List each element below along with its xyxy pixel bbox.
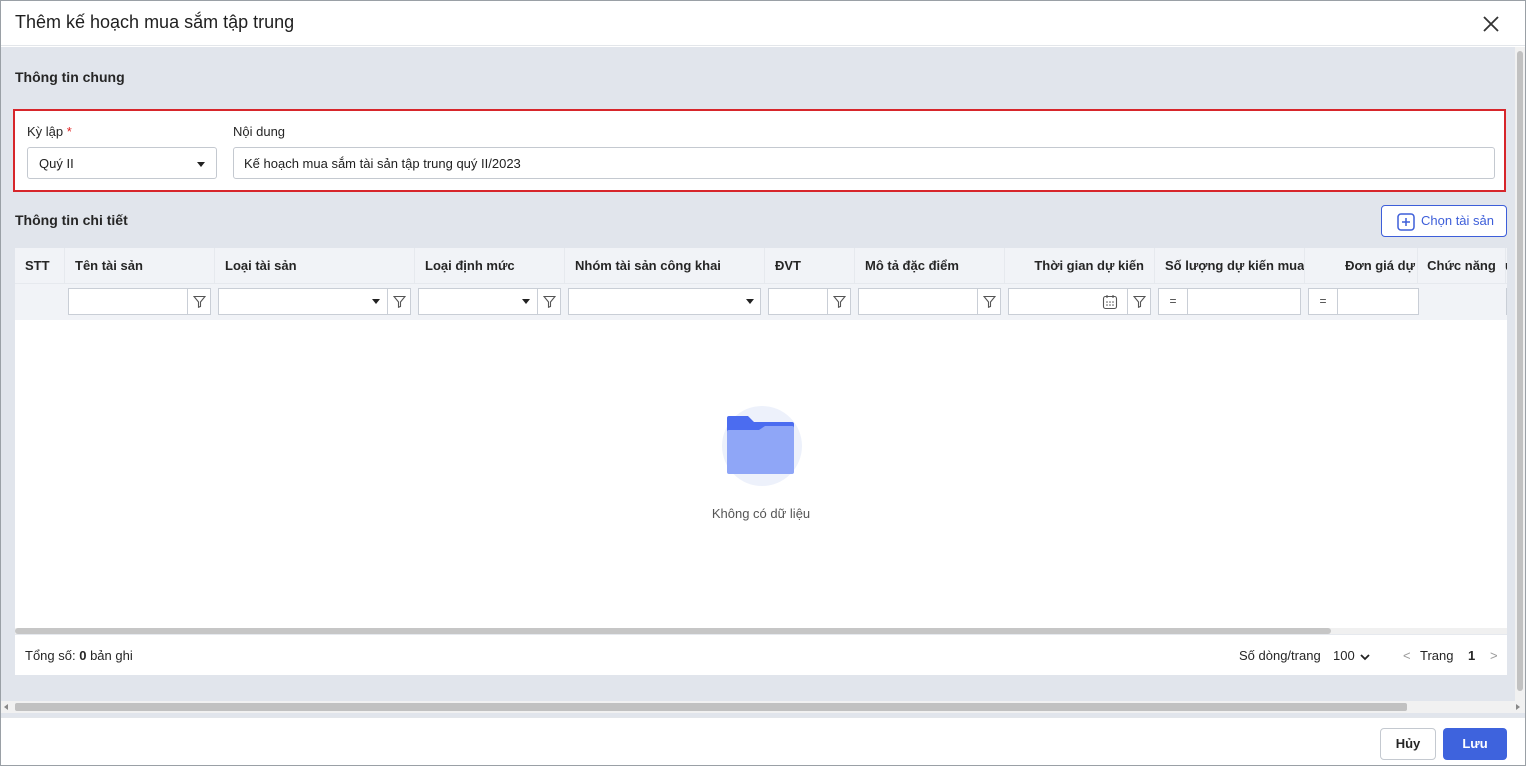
filter-icon[interactable] bbox=[1127, 288, 1151, 315]
column-header[interactable]: Chức năng bbox=[1418, 248, 1506, 284]
filter-icon[interactable] bbox=[977, 288, 1001, 315]
content-input[interactable] bbox=[233, 147, 1495, 179]
dialog-body: Thông tin chung Kỳ lập * Quý II Nội dung… bbox=[1, 47, 1525, 717]
filter-icon[interactable] bbox=[187, 288, 211, 315]
close-icon[interactable] bbox=[1479, 12, 1503, 36]
unit-filter-input[interactable] bbox=[768, 288, 828, 315]
scroll-left-icon[interactable] bbox=[4, 704, 8, 710]
choose-asset-button-label: Chọn tài sản bbox=[1421, 213, 1494, 228]
equals-operator-button[interactable]: = bbox=[1158, 288, 1188, 315]
quantity-filter-input[interactable] bbox=[1187, 288, 1301, 315]
rows-per-page-value: 100 bbox=[1333, 648, 1355, 663]
public-group-filter-select[interactable] bbox=[568, 288, 761, 315]
column-header[interactable]: ĐVT bbox=[765, 248, 855, 284]
current-page-number: 1 bbox=[1468, 648, 1476, 663]
caret-down-icon bbox=[522, 299, 530, 304]
calendar-icon[interactable] bbox=[1102, 294, 1118, 310]
dialog-footer: Hủy Lưu bbox=[1, 717, 1525, 765]
dialog-title: Thêm kế hoạch mua sắm tập trung bbox=[15, 12, 295, 32]
empty-state: Không có dữ liệu bbox=[15, 320, 1507, 628]
cancel-button[interactable]: Hủy bbox=[1380, 728, 1436, 760]
period-select-value: Quý II bbox=[39, 156, 74, 171]
caret-down-icon bbox=[746, 299, 754, 304]
total-suffix: bản ghi bbox=[90, 648, 133, 663]
total-prefix: Tổng số: bbox=[25, 648, 76, 663]
grid-filter-row: = = bbox=[15, 284, 1507, 320]
column-header[interactable]: Đơn giá dự bbox=[1305, 248, 1418, 284]
chevron-down-icon bbox=[1360, 654, 1370, 661]
description-filter-input[interactable] bbox=[858, 288, 978, 315]
column-header[interactable]: Mô tả đặc điểm bbox=[855, 248, 1005, 284]
column-header[interactable]: Nhóm tài sản công khai bbox=[565, 248, 765, 284]
required-mark: * bbox=[66, 124, 72, 139]
caret-down-icon bbox=[372, 299, 380, 304]
filter-icon[interactable] bbox=[537, 288, 561, 315]
column-header[interactable]: ức bbox=[1501, 248, 1507, 284]
period-label-text: Kỳ lập bbox=[27, 124, 64, 139]
general-info-box: Kỳ lập * Quý II Nội dung bbox=[13, 109, 1506, 192]
asset-type-filter-select[interactable] bbox=[218, 288, 388, 315]
norm-type-filter-select[interactable] bbox=[418, 288, 538, 315]
empty-state-text: Không có dữ liệu bbox=[711, 506, 811, 521]
column-header[interactable]: Loại tài sản bbox=[215, 248, 415, 284]
period-select[interactable]: Quý II bbox=[27, 147, 217, 179]
section-title-general: Thông tin chung bbox=[15, 69, 125, 85]
period-label: Kỳ lập * bbox=[27, 124, 72, 139]
grid-footer: Tổng số: 0 bản ghi Số dòng/trang 100 < T… bbox=[15, 634, 1507, 675]
rows-per-page-select[interactable]: 100 bbox=[1333, 648, 1370, 663]
prev-page-button[interactable]: < bbox=[1403, 648, 1411, 663]
section-title-detail: Thông tin chi tiết bbox=[15, 212, 128, 228]
name-filter-input[interactable] bbox=[68, 288, 188, 315]
choose-asset-button[interactable]: Chọn tài sản bbox=[1381, 205, 1507, 237]
caret-down-icon bbox=[197, 162, 205, 167]
grid-header-row: STT Tên tài sản Loại tài sản Loại định m… bbox=[15, 248, 1507, 284]
content-label: Nội dung bbox=[233, 124, 286, 139]
column-header[interactable]: Tên tài sản bbox=[65, 248, 215, 284]
column-header[interactable]: Loại định mức bbox=[415, 248, 565, 284]
scroll-right-icon[interactable] bbox=[1516, 704, 1520, 710]
plus-square-icon bbox=[1397, 213, 1415, 231]
column-header[interactable]: Số lượng dự kiến mua bbox=[1155, 248, 1305, 284]
date-filter-input[interactable] bbox=[1008, 288, 1128, 315]
total-records: Tổng số: 0 bản ghi bbox=[25, 648, 133, 663]
rows-per-page-label: Số dòng/trang bbox=[1239, 648, 1321, 663]
save-button[interactable]: Lưu bbox=[1443, 728, 1507, 760]
scrollbar-thumb[interactable] bbox=[1517, 51, 1523, 691]
dialog: Thêm kế hoạch mua sắm tập trung Thông ti… bbox=[0, 0, 1526, 766]
page-horizontal-scrollbar[interactable] bbox=[1, 701, 1525, 713]
asset-grid: STT Tên tài sản Loại tài sản Loại định m… bbox=[15, 248, 1507, 675]
extra-filter-input[interactable] bbox=[1506, 288, 1507, 315]
column-header[interactable]: Thời gian dự kiến bbox=[1005, 248, 1155, 284]
next-page-button[interactable]: > bbox=[1490, 648, 1498, 663]
page-vertical-scrollbar[interactable] bbox=[1515, 47, 1525, 701]
unit-price-filter-input[interactable] bbox=[1337, 288, 1419, 315]
equals-operator-button[interactable]: = bbox=[1308, 288, 1338, 315]
filter-icon[interactable] bbox=[827, 288, 851, 315]
filter-icon[interactable] bbox=[387, 288, 411, 315]
column-header[interactable]: STT bbox=[15, 248, 65, 284]
empty-folder-icon bbox=[722, 406, 802, 486]
dialog-header: Thêm kế hoạch mua sắm tập trung bbox=[1, 1, 1525, 46]
total-count: 0 bbox=[79, 648, 87, 663]
page-label: Trang bbox=[1420, 648, 1454, 663]
scrollbar-thumb[interactable] bbox=[15, 703, 1407, 711]
